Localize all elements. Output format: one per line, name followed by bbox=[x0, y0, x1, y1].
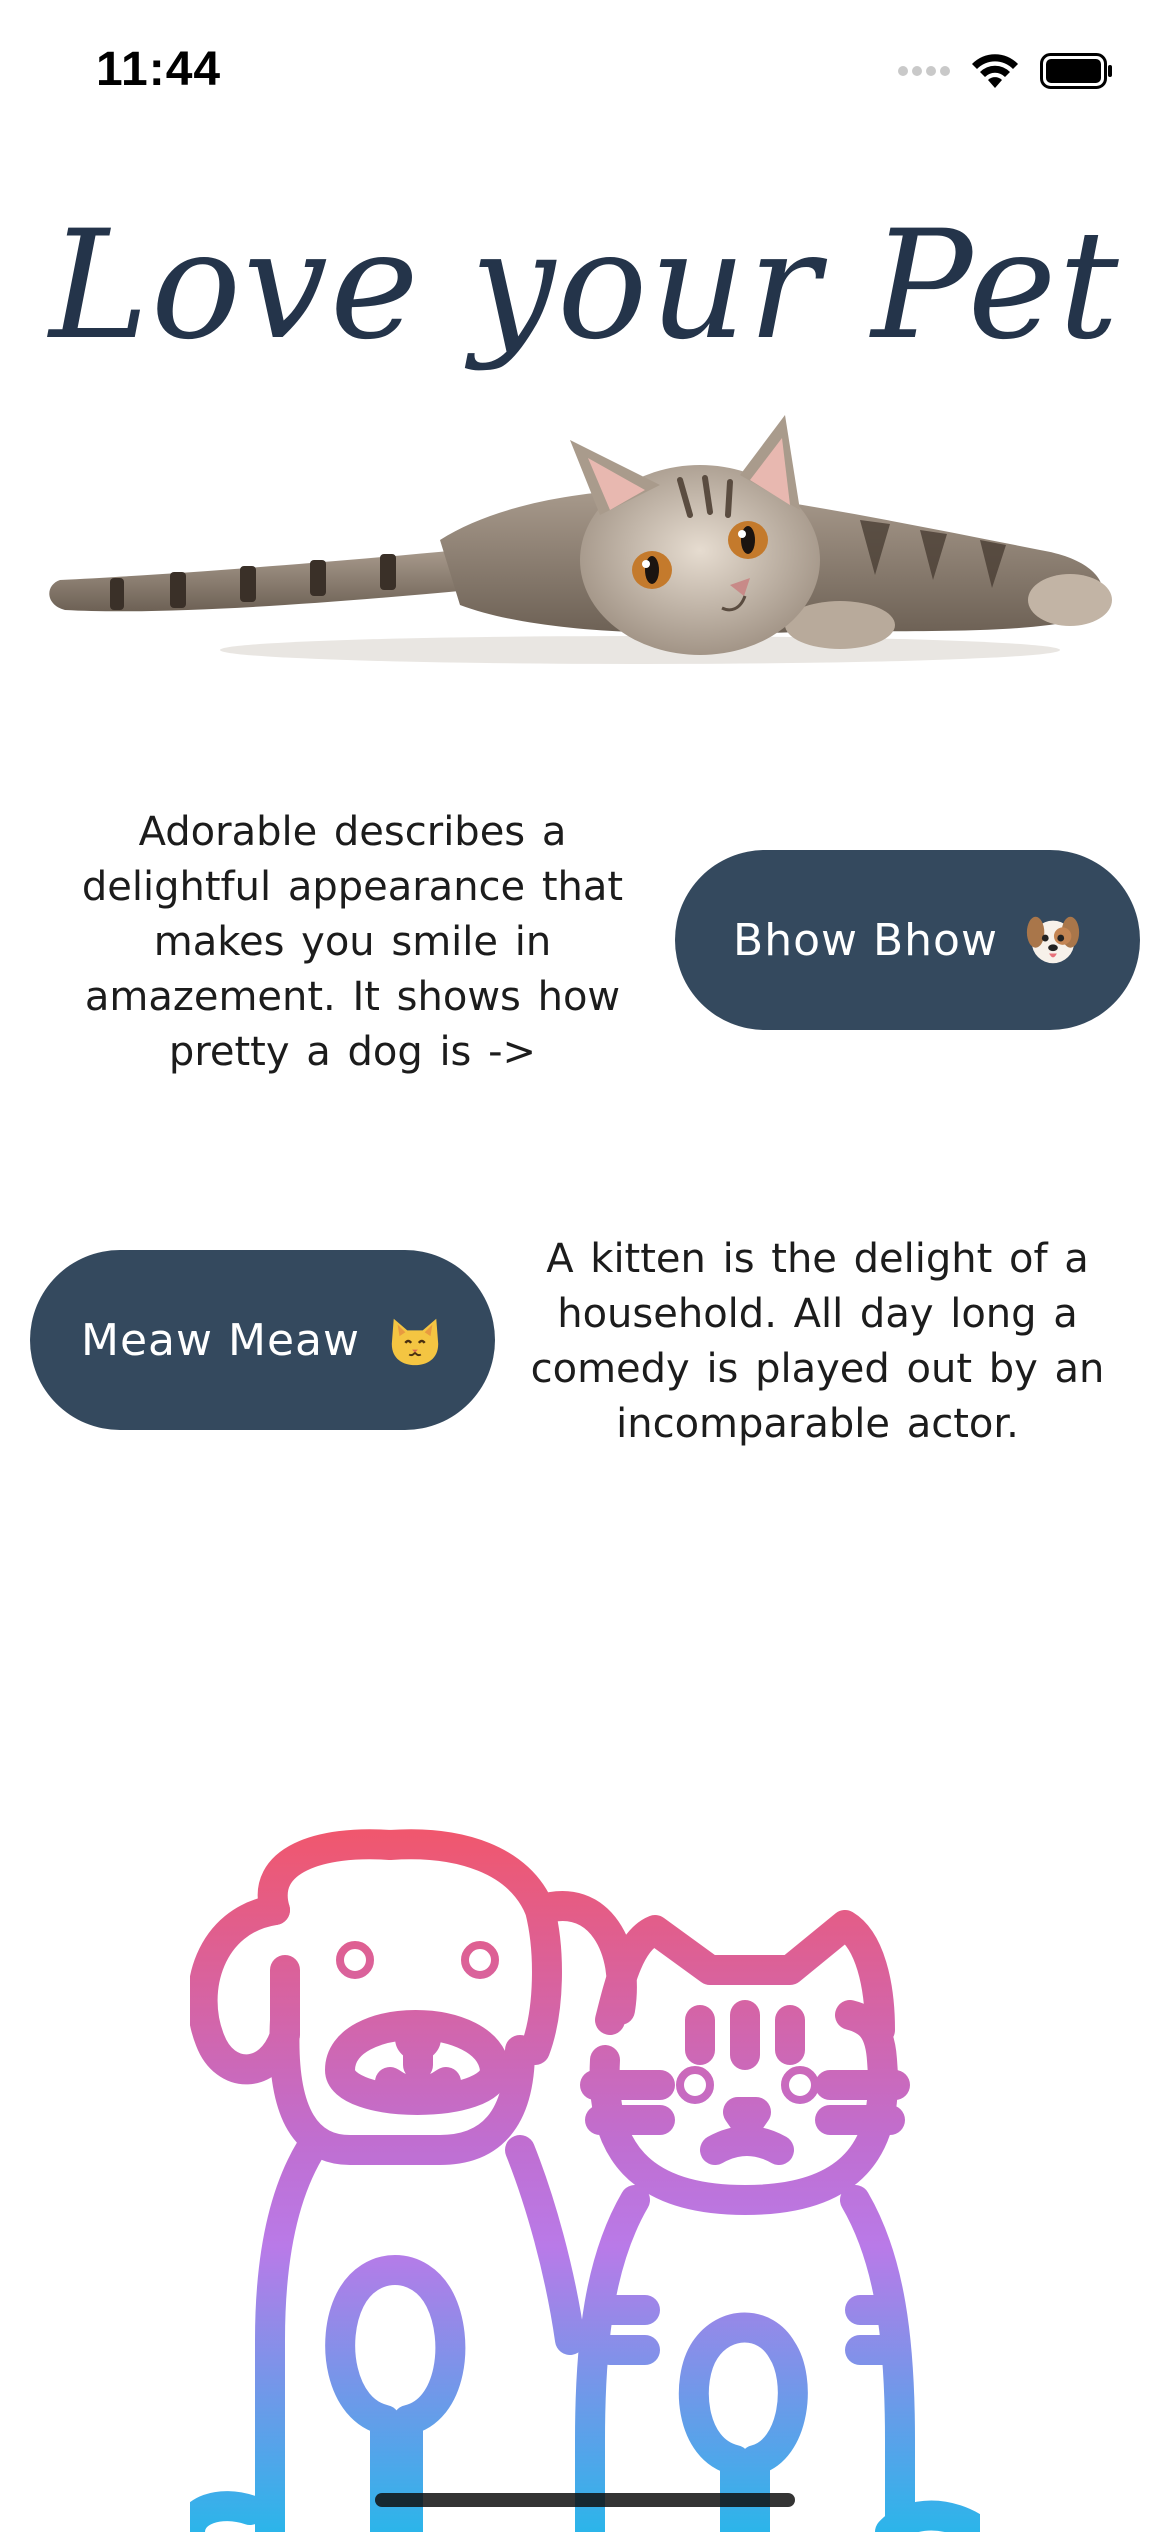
bhow-bhow-label: Bhow Bhow bbox=[733, 914, 998, 966]
meaw-meaw-button[interactable]: Meaw Meaw bbox=[30, 1250, 495, 1430]
status-icons bbox=[898, 52, 1114, 90]
dog-and-cat-line-illustration bbox=[190, 1829, 980, 2532]
home-indicator[interactable] bbox=[375, 2493, 795, 2507]
meaw-meaw-label: Meaw Meaw bbox=[81, 1314, 360, 1366]
lying-kitten-illustration bbox=[49, 415, 1112, 664]
dog-description: Adorable describes a delightful appearan… bbox=[81, 809, 624, 1075]
cat-description: A kitten is the delight of a household. … bbox=[530, 1236, 1105, 1447]
cat-face-icon bbox=[391, 1318, 439, 1366]
battery-icon bbox=[1040, 53, 1112, 89]
bhow-bhow-button[interactable]: Bhow Bhow bbox=[675, 850, 1140, 1030]
status-time: 11:44 bbox=[96, 43, 222, 96]
page-title: Love your Pet bbox=[49, 199, 1121, 373]
dog-face-icon bbox=[1026, 916, 1080, 964]
status-bar: 11:44 bbox=[0, 0, 1170, 140]
wifi-icon bbox=[972, 54, 1018, 88]
cellular-dots-icon bbox=[898, 66, 950, 76]
